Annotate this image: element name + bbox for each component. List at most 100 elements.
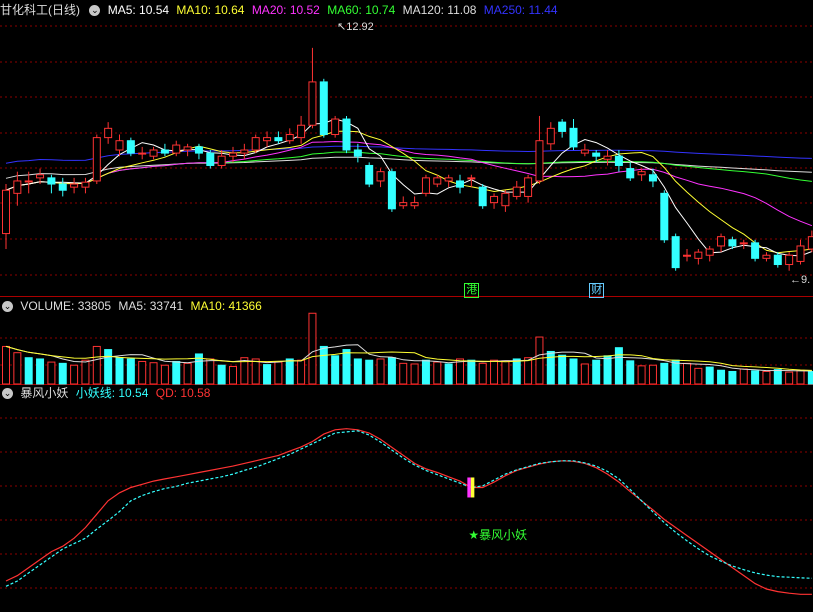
volume-bar: [728, 370, 737, 385]
volume-bar: [626, 360, 635, 385]
volume-bar: [92, 345, 101, 385]
candle-body: [524, 177, 533, 197]
volume-bar: [342, 349, 351, 385]
candle-body: [648, 174, 657, 182]
volume-bar: [217, 364, 226, 385]
volume-bar: [365, 359, 374, 385]
event-tag-finance[interactable]: 财: [589, 283, 605, 298]
candle-body: [251, 137, 260, 151]
volume-bar: [637, 365, 646, 385]
low-price-annotation: ←9.: [790, 274, 811, 286]
ma250-label: MA250: 11.44: [483, 3, 558, 17]
volume-bar: [603, 355, 612, 385]
volume-bar: [274, 361, 283, 385]
volume-bar: [558, 354, 567, 385]
candle-body: [194, 146, 203, 154]
volume-bar: [796, 369, 805, 385]
settings-circle-icon[interactable]: ⌄: [89, 5, 101, 17]
high-price-annotation: ↖12.92: [337, 21, 374, 33]
volume-bar: [785, 371, 794, 385]
volume-bar: [376, 358, 385, 385]
volume-bar: [569, 358, 578, 385]
volume-bar: [456, 358, 464, 385]
candle-body: [467, 177, 476, 180]
ma5-line: [5, 118, 813, 257]
volume-bar: [490, 359, 499, 385]
candle-body: [13, 180, 22, 194]
volume-bar: [70, 364, 79, 385]
candle-body: [626, 168, 635, 179]
volume-label: VOLUME: 33805: [20, 299, 112, 313]
candle-body: [444, 177, 453, 182]
volume-bar: [467, 359, 476, 385]
volume-bar: [160, 364, 169, 385]
candle-body: [229, 152, 237, 157]
volume-bar: [773, 369, 782, 385]
indicator-settings-circle-icon[interactable]: ⌄: [2, 388, 13, 400]
volume-bar: [206, 358, 215, 385]
candle-body: [501, 192, 510, 207]
volume-bar: [524, 357, 533, 385]
kline-chart-window: 甘化科工(日线) ⌄ MA5: 10.54 MA10: 10.64 MA20: …: [0, 0, 813, 612]
volume-bar: [694, 367, 703, 385]
volume-bar: [683, 362, 691, 385]
volume-bar: [512, 358, 521, 385]
volume-bar: [399, 362, 408, 385]
stock-name[interactable]: 甘化科工: [0, 3, 48, 17]
volume-bar: [149, 362, 158, 385]
volume-bar: [660, 362, 669, 385]
volume-bar: [104, 349, 113, 385]
candle-body: [433, 177, 442, 185]
volume-settings-circle-icon[interactable]: ⌄: [2, 301, 13, 313]
ma20-label: MA20: 10.52: [251, 3, 320, 17]
volume-bar: [263, 364, 272, 385]
event-tag-hk[interactable]: 港: [464, 283, 480, 298]
candle-body: [206, 152, 215, 166]
candle-body: [705, 248, 714, 256]
volume-bar: [478, 362, 487, 385]
volume-bar: [739, 368, 748, 385]
candle-body: [160, 149, 169, 154]
candle-body: [274, 137, 283, 142]
candle-body: [297, 124, 306, 139]
candle-body: [614, 155, 623, 166]
xiaoyao-line: [5, 430, 812, 587]
candle-body: [762, 254, 771, 259]
volume-bar: [24, 357, 33, 385]
volume-ma5-label: MA5: 33741: [118, 299, 184, 313]
volume-panel-header: ⌄ VOLUME: 33805 MA5: 33741 MA10: 41366: [0, 298, 266, 315]
candle-body: [512, 186, 521, 197]
candle-body: [728, 239, 737, 247]
volume-bar: [671, 359, 680, 385]
indicator-name[interactable]: 暴风小妖: [20, 386, 68, 400]
stock-period: (日线): [48, 3, 81, 17]
indicator-line-label: 小妖线: 10.54: [75, 386, 149, 400]
candle-body: [115, 140, 124, 151]
candle-body: [796, 245, 805, 262]
volume-bar: [751, 370, 760, 385]
candle-body: [592, 152, 601, 157]
candle-body: [81, 181, 90, 188]
volume-bar: [433, 361, 442, 385]
ma120-label: MA120: 11.08: [402, 3, 477, 17]
volume-bar: [126, 358, 135, 385]
volume-bar: [47, 361, 56, 385]
candle-body: [24, 180, 33, 183]
candle-body: [285, 134, 294, 142]
candle-body: [172, 144, 181, 154]
volume-bar: [648, 364, 657, 385]
volume-ma10-label: MA10: 41366: [190, 299, 262, 313]
candle-body: [490, 195, 499, 204]
candle-body: [546, 127, 555, 145]
candle-body: [36, 174, 45, 179]
candle-body: [58, 183, 67, 191]
candle-body: [410, 202, 419, 207]
volume-bar: [229, 365, 237, 385]
volume-bar: [444, 363, 453, 385]
volume-bar: [762, 370, 771, 385]
candle-body: [104, 127, 113, 139]
volume-bar: [138, 360, 147, 385]
volume-bar: [13, 352, 22, 385]
candle-body: [558, 121, 567, 132]
candle-body: [217, 155, 226, 166]
